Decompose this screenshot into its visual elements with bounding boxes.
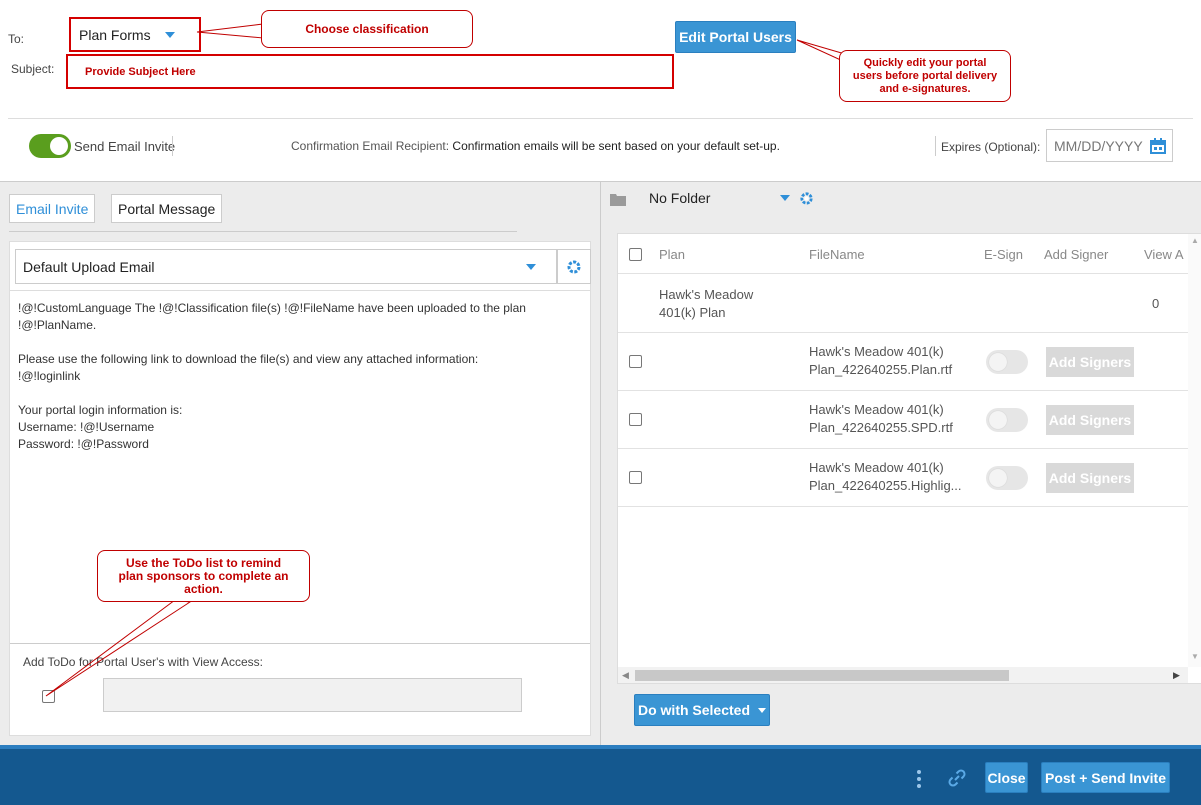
footer-bar: Close Post + Send Invite <box>0 745 1201 805</box>
close-button[interactable]: Close <box>985 762 1028 793</box>
table-group-row: Hawk's Meadow 401(k) Plan 0 <box>618 274 1201 333</box>
divider <box>172 136 173 156</box>
subject-label: Subject: <box>11 62 55 76</box>
calendar-icon[interactable] <box>1150 138 1166 154</box>
subject-input[interactable]: Provide Subject Here <box>66 54 674 89</box>
message-panel: Email Invite Portal Message Default Uplo… <box>0 182 600 745</box>
do-with-selected-label: Do with Selected <box>637 702 751 718</box>
tab-label: Portal Message <box>118 200 216 217</box>
callout-classification: Choose classification <box>261 10 473 48</box>
tab-label: Email Invite <box>16 200 89 217</box>
divider <box>8 118 1193 119</box>
scroll-left-icon[interactable]: ◀ <box>622 670 629 681</box>
to-label: To: <box>8 32 25 46</box>
column-header[interactable]: Plan <box>659 247 685 262</box>
confirmation-label: Confirmation Email Recipient: <box>291 139 450 153</box>
scroll-down-icon[interactable]: ▼ <box>1191 652 1199 661</box>
table-header: Plan FileName E-Sign Add Signer View A <box>618 234 1201 274</box>
column-header[interactable]: Add Signer <box>1044 247 1108 262</box>
do-with-selected-button[interactable]: Do with Selected <box>634 694 770 726</box>
table-row[interactable]: Hawk's Meadow 401(k) Plan_422640255.SPD.… <box>618 391 1201 449</box>
callout-todo: Use the ToDo list to remind plan sponsor… <box>97 550 310 602</box>
email-body[interactable]: !@!CustomLanguage The !@!Classification … <box>18 300 583 453</box>
add-signers-button[interactable]: Add Signers <box>1046 405 1134 435</box>
add-signers-button[interactable]: Add Signers <box>1046 463 1134 493</box>
scrollbar-thumb[interactable] <box>635 670 1009 681</box>
scroll-up-icon[interactable]: ▲ <box>1191 236 1199 245</box>
table-row[interactable]: Hawk's Meadow 401(k) Plan_422640255.Plan… <box>618 333 1201 391</box>
tab-email-invite[interactable]: Email Invite <box>9 194 96 223</box>
select-all-checkbox[interactable] <box>629 248 642 261</box>
esign-toggle[interactable] <box>986 408 1028 432</box>
expires-date-input[interactable]: MM/DD/YYYY <box>1046 129 1173 162</box>
plan-name: Hawk's Meadow 401(k) Plan <box>659 287 754 320</box>
divider <box>935 136 936 156</box>
expires-placeholder: MM/DD/YYYY <box>1054 137 1143 154</box>
send-email-invite-toggle[interactable] <box>29 134 71 158</box>
post-send-invite-button[interactable]: Post + Send Invite <box>1041 762 1170 793</box>
row-checkbox[interactable] <box>629 471 642 484</box>
tab-portal-message[interactable]: Portal Message <box>111 194 223 223</box>
vertical-scrollbar[interactable]: ▲ ▼ <box>1188 234 1201 667</box>
files-panel: No Folder Plan FileName E-Sign Add Signe… <box>600 182 1201 745</box>
callout-edit-users: Quickly edit your portal users before po… <box>839 50 1011 102</box>
classification-value: Plan Forms <box>79 26 151 43</box>
template-settings-button[interactable] <box>557 249 591 284</box>
message-header: To: Plan Forms Choose classification Sub… <box>0 0 1201 182</box>
row-checkbox[interactable] <box>629 355 642 368</box>
table-row[interactable]: Hawk's Meadow 401(k) Plan_422640255.High… <box>618 449 1201 507</box>
gear-icon <box>567 260 581 273</box>
view-count: 0 <box>1152 296 1160 311</box>
esign-toggle[interactable] <box>986 350 1028 374</box>
column-header[interactable]: View A <box>1144 247 1184 262</box>
divider <box>9 231 517 232</box>
horizontal-scrollbar[interactable]: ◀ ▶ <box>618 667 1188 683</box>
folder-select-value[interactable]: No Folder <box>649 190 710 206</box>
gear-icon[interactable] <box>799 191 814 206</box>
column-header[interactable]: E-Sign <box>984 247 1023 262</box>
chevron-down-icon <box>758 707 767 713</box>
link-icon[interactable] <box>948 769 966 787</box>
scroll-right-icon[interactable]: ▶ <box>1173 670 1180 681</box>
chevron-down-icon <box>164 31 175 38</box>
divider <box>10 290 590 291</box>
chevron-down-icon <box>526 264 536 270</box>
column-header[interactable]: FileName <box>809 247 865 262</box>
row-checkbox[interactable] <box>629 413 642 426</box>
add-signers-button[interactable]: Add Signers <box>1046 347 1134 377</box>
file-name: Hawk's Meadow 401(k) Plan_422640255.High… <box>809 460 962 493</box>
send-email-invite-label: Send Email Invite <box>74 139 176 154</box>
file-name: Hawk's Meadow 401(k) Plan_422640255.Plan… <box>809 344 953 377</box>
chevron-down-icon[interactable] <box>780 195 790 201</box>
email-template-value: Default Upload Email <box>23 258 155 275</box>
subject-value: Provide Subject Here <box>85 65 196 78</box>
file-name: Hawk's Meadow 401(k) Plan_422640255.SPD.… <box>809 402 953 435</box>
expires-label: Expires (Optional): <box>941 140 1041 154</box>
files-table: Plan FileName E-Sign Add Signer View A H… <box>617 233 1201 684</box>
classification-select[interactable]: Plan Forms <box>69 17 201 52</box>
email-template-select[interactable]: Default Upload Email <box>15 249 557 284</box>
edit-portal-users-button[interactable]: Edit Portal Users <box>675 21 796 53</box>
confirmation-text: Confirmation emails will be sent based o… <box>452 139 780 153</box>
confirmation-info: Confirmation Email Recipient: Confirmati… <box>291 139 780 153</box>
esign-toggle[interactable] <box>986 466 1028 490</box>
more-options-icon[interactable] <box>916 769 922 789</box>
folder-icon <box>610 194 626 206</box>
